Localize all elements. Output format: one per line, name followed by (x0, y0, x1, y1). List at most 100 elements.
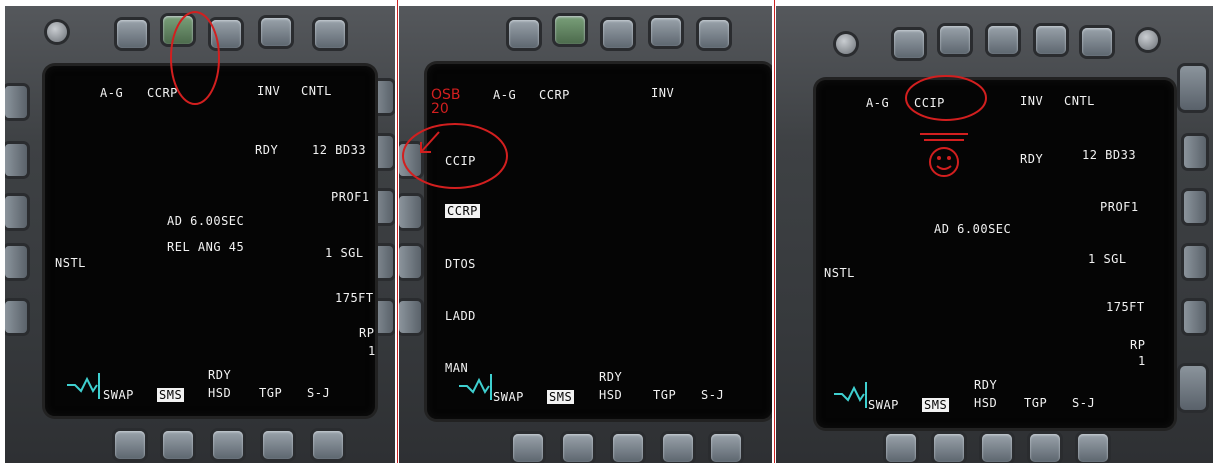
tgp-label[interactable]: TGP (1024, 396, 1047, 410)
osb-13[interactable] (213, 431, 243, 459)
annotation-osb20-text: OSB 20 (431, 87, 461, 117)
store-qty-type[interactable]: 12 BD33 (1082, 148, 1136, 162)
inv-label[interactable]: INV (257, 84, 280, 98)
master-mode-label[interactable]: A-G (100, 86, 123, 100)
osb-9[interactable] (1036, 26, 1066, 54)
osb-19[interactable] (399, 196, 421, 228)
mode-option-ccrp[interactable]: CCRP (445, 204, 480, 218)
divider-left (397, 0, 398, 463)
arming-delay: AD 6.00SEC (934, 222, 1012, 236)
w-logo-icon (67, 373, 100, 399)
master-mode-label[interactable]: A-G (866, 96, 889, 110)
osb-11[interactable] (313, 431, 343, 459)
annotation-circle-ccrp (170, 11, 220, 105)
bottom-rdy-label: RDY (208, 368, 232, 382)
osb-7[interactable] (940, 26, 970, 54)
rp-value: 1 (368, 344, 376, 358)
sj-label[interactable]: S-J (1072, 396, 1095, 410)
nstl-label[interactable]: NSTL (824, 266, 855, 280)
osb-12[interactable] (1030, 434, 1060, 462)
tgp-label[interactable]: TGP (653, 388, 676, 402)
osb-13[interactable] (982, 434, 1012, 462)
osb-10[interactable] (699, 20, 729, 48)
osb-19[interactable] (5, 144, 27, 176)
osb-12[interactable] (663, 434, 693, 462)
osb-17[interactable] (399, 301, 421, 333)
cntl-label[interactable]: CNTL (301, 84, 332, 98)
sms-label[interactable]: SMS (922, 398, 950, 412)
inv-label[interactable]: INV (1020, 94, 1043, 108)
osb-4[interactable] (1184, 301, 1206, 333)
osb-10[interactable] (315, 20, 345, 48)
osb-3[interactable] (1184, 246, 1206, 278)
osb-2[interactable] (1184, 191, 1206, 223)
rp-label[interactable]: RP (1130, 338, 1145, 352)
con-rocker[interactable] (1180, 366, 1206, 410)
osb-15[interactable] (115, 431, 145, 459)
osb-6[interactable] (509, 20, 539, 48)
nstl-label[interactable]: NSTL (55, 256, 86, 270)
release-pulse-label[interactable]: 1 SGL (325, 246, 364, 260)
mode-option-dtos[interactable]: DTOS (445, 257, 476, 271)
osb-9[interactable] (651, 18, 681, 46)
osb-6[interactable] (117, 20, 147, 48)
osb-15[interactable] (513, 434, 543, 462)
arming-delay: AD 6.00SEC (167, 214, 245, 228)
osb-15[interactable] (886, 434, 916, 462)
osb-12[interactable] (263, 431, 293, 459)
osb-14[interactable] (934, 434, 964, 462)
cntl-label[interactable]: CNTL (1064, 94, 1095, 108)
mfd-screen: A-G CCRP INV CNTL RDY 12 BD33 PROF1 AD 6… (45, 66, 375, 416)
store-qty-type[interactable]: 12 BD33 (312, 143, 366, 157)
osb-10[interactable] (1082, 28, 1112, 56)
profile-label[interactable]: PROF1 (331, 190, 370, 204)
brightness-knob-right[interactable] (1138, 30, 1158, 50)
osb-11[interactable] (711, 434, 741, 462)
brightness-knob[interactable] (836, 34, 856, 54)
osb-18[interactable] (399, 246, 421, 278)
osb-6[interactable] (894, 30, 924, 58)
osb-17[interactable] (5, 246, 27, 278)
bottom-rdy-label: RDY (974, 378, 998, 392)
mode-option-ladd[interactable]: LADD (445, 309, 476, 323)
hsd-label[interactable]: HSD (974, 396, 997, 410)
osb-13[interactable] (613, 434, 643, 462)
osb-9[interactable] (261, 18, 291, 46)
osb-16[interactable] (5, 301, 27, 333)
rp-value: 1 (1138, 354, 1146, 368)
sms-label[interactable]: SMS (157, 388, 185, 402)
profile-label[interactable]: PROF1 (1100, 200, 1139, 214)
sym-rocker[interactable] (1180, 66, 1206, 110)
hsd-label[interactable]: HSD (208, 386, 231, 400)
rdy-status: RDY (255, 143, 279, 157)
release-angle: REL ANG 45 (167, 240, 245, 254)
sj-label[interactable]: S-J (701, 388, 724, 402)
osb-8[interactable] (988, 26, 1018, 54)
inv-label[interactable]: INV (651, 86, 674, 100)
osb-1[interactable] (1184, 136, 1206, 168)
hsd-label[interactable]: HSD (599, 388, 622, 402)
osb-14[interactable] (163, 431, 193, 459)
swap-label[interactable]: SWAP (103, 388, 134, 402)
release-pulse-label[interactable]: 1 SGL (1088, 252, 1127, 266)
osb-14[interactable] (563, 434, 593, 462)
swap-label[interactable]: SWAP (493, 390, 524, 404)
annotation-circle-ccip (402, 123, 508, 189)
annotation-circle-ccip (905, 75, 987, 177)
weapon-mode-label[interactable]: CCRP (539, 88, 570, 102)
osb-7[interactable] (555, 16, 585, 44)
rp-label[interactable]: RP (359, 326, 374, 340)
fuze-altitude[interactable]: 175FT (1106, 300, 1145, 314)
divider-right (774, 0, 775, 463)
swap-label[interactable]: SWAP (868, 398, 899, 412)
osb-18[interactable] (5, 196, 27, 228)
sj-label[interactable]: S-J (307, 386, 330, 400)
tgp-label[interactable]: TGP (259, 386, 282, 400)
master-mode-label[interactable]: A-G (493, 88, 516, 102)
osb-11[interactable] (1078, 434, 1108, 462)
sms-label[interactable]: SMS (547, 390, 575, 404)
brightness-knob[interactable] (47, 22, 67, 42)
osb-20[interactable] (5, 86, 27, 118)
fuze-altitude[interactable]: 175FT (335, 291, 374, 305)
osb-8[interactable] (603, 20, 633, 48)
